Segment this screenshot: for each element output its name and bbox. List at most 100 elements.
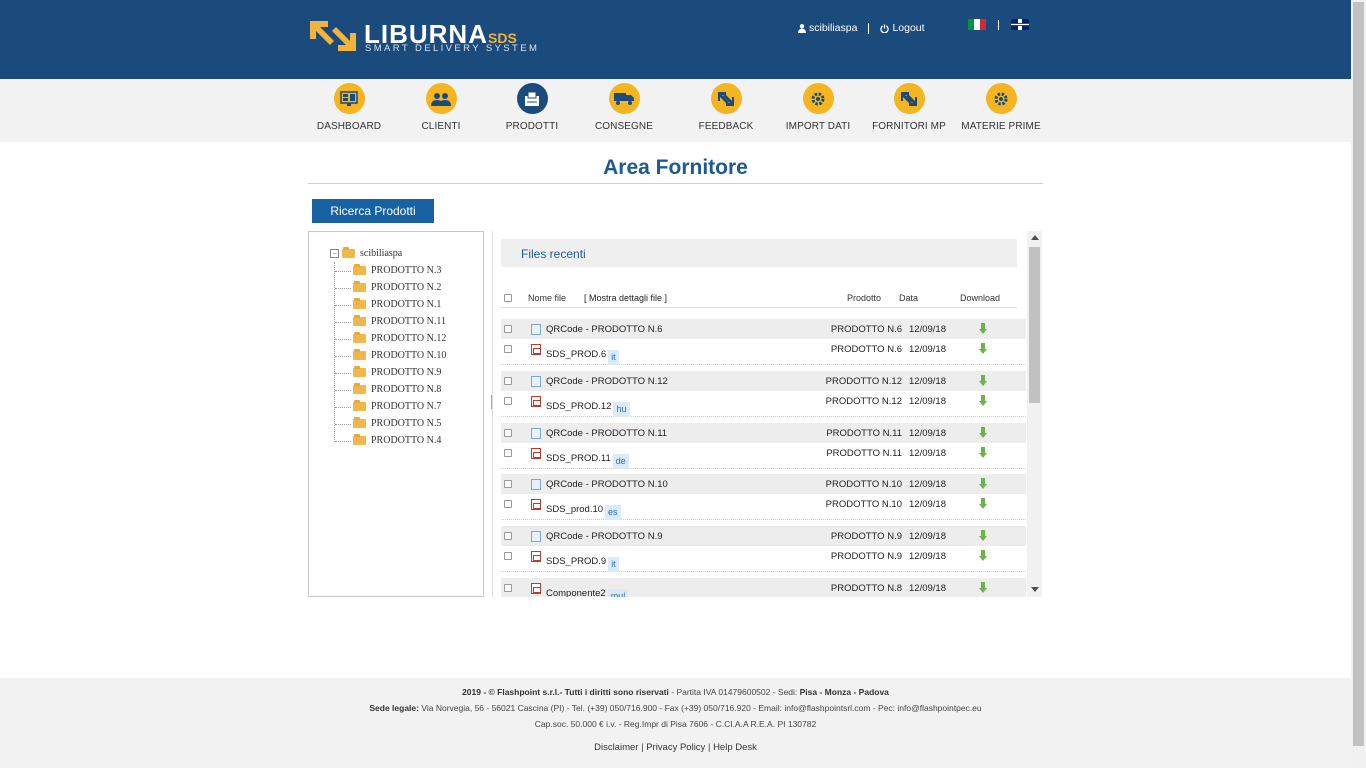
- recent-files-header: Files recenti: [501, 239, 1017, 267]
- row-checkbox[interactable]: [504, 500, 512, 508]
- file-name[interactable]: SDS_PROD.11 de: [546, 448, 629, 469]
- tree-item[interactable]: PRODOTTO N.1: [334, 298, 441, 310]
- folder-icon: [353, 400, 366, 411]
- file-name-text: QRCode - PRODOTTO N.10: [546, 479, 668, 490]
- tree-item[interactable]: PRODOTTO N.7: [334, 400, 442, 412]
- row-checkbox[interactable]: [504, 345, 512, 353]
- logout-link[interactable]: Logout: [880, 22, 925, 34]
- nav-consegne[interactable]: CONSEGNE: [578, 83, 670, 132]
- title-divider: [308, 183, 1043, 184]
- row-checkbox[interactable]: [504, 584, 512, 592]
- row-checkbox[interactable]: [504, 377, 512, 385]
- file-row: QRCode - PRODOTTO N.11 PRODOTTO N.11 12/09…: [501, 423, 1026, 443]
- download-icon[interactable]: [979, 343, 987, 355]
- language-tag: it: [608, 557, 619, 572]
- tree-item[interactable]: PRODOTTO N.11: [334, 315, 446, 327]
- file-name[interactable]: QRCode - PRODOTTO N.6: [546, 324, 663, 335]
- nav-materie-prime[interactable]: MATERIE PRIME: [955, 83, 1047, 132]
- row-checkbox[interactable]: [504, 397, 512, 405]
- tree-item[interactable]: PRODOTTO N.4: [334, 434, 441, 446]
- download-icon[interactable]: [979, 498, 987, 510]
- row-checkbox[interactable]: [504, 429, 512, 437]
- file-name[interactable]: SDS_PROD.12 hu: [546, 396, 630, 417]
- file-name[interactable]: SDS_prod.10 es: [546, 499, 621, 520]
- footer-registry: Cap.soc. 50.000 € i.v. - Reg.Impr di Pis…: [534, 719, 817, 729]
- file-product: PRODOTTO N.10: [825, 479, 902, 490]
- file-name[interactable]: QRCode - PRODOTTO N.11: [546, 428, 667, 439]
- download-icon[interactable]: [979, 375, 987, 387]
- row-checkbox[interactable]: [504, 480, 512, 488]
- pdf-file-icon: [531, 448, 541, 459]
- download-icon[interactable]: [979, 478, 987, 490]
- tree-item-label: PRODOTTO N.7: [371, 401, 442, 412]
- header-divider: [501, 307, 1017, 308]
- folder-icon: [353, 417, 366, 428]
- file-date: 12/09/18: [909, 499, 946, 510]
- row-checkbox[interactable]: [504, 532, 512, 540]
- file-product: PRODOTTO N.9: [830, 531, 902, 542]
- search-products-button[interactable]: Ricerca Prodotti: [312, 199, 434, 223]
- nav-feedback[interactable]: FEEDBACK: [680, 83, 772, 132]
- download-icon[interactable]: [979, 530, 987, 542]
- nav-fornitori-mp[interactable]: FORNITORI MP: [863, 83, 955, 132]
- file-row: SDS_PROD.6 it PRODOTTO N.6 12/09/18: [501, 339, 1026, 365]
- select-all-checkbox[interactable]: [504, 294, 512, 302]
- italian-flag-icon[interactable]: [968, 19, 986, 30]
- file-product: PRODOTTO N.9: [830, 551, 902, 562]
- file-name[interactable]: SDS_PROD.9 it: [546, 551, 619, 572]
- liburna-logo[interactable]: LIBURNASDS SMART DELIVERY SYSTEM: [308, 17, 537, 57]
- folder-icon: [353, 281, 366, 292]
- download-icon[interactable]: [979, 427, 987, 439]
- user-link[interactable]: scibiliaspa: [798, 22, 857, 34]
- tree-item[interactable]: PRODOTTO N.5: [334, 417, 441, 429]
- folder-icon: [353, 315, 366, 326]
- disclaimer-link[interactable]: Disclaimer: [594, 742, 638, 753]
- row-checkbox[interactable]: [504, 449, 512, 457]
- help-desk-link[interactable]: Help Desk: [713, 742, 757, 753]
- download-icon[interactable]: [979, 395, 987, 407]
- collapse-icon[interactable]: −: [330, 249, 339, 258]
- files-scrollbar[interactable]: [1027, 231, 1042, 597]
- file-name[interactable]: QRCode - PRODOTTO N.9: [546, 531, 663, 542]
- page-scroll-thumb[interactable]: [1353, 2, 1364, 746]
- nav-dashboard[interactable]: DASHBOARD: [303, 83, 395, 132]
- show-file-details-link[interactable]: [ Mostra dettagli file ]: [584, 293, 667, 303]
- scroll-up-icon[interactable]: [1031, 235, 1039, 240]
- file-name-text: QRCode - PRODOTTO N.6: [546, 324, 663, 335]
- folder-icon: [353, 366, 366, 377]
- pdf-file-icon: [531, 551, 541, 562]
- tree-item[interactable]: PRODOTTO N.2: [334, 281, 441, 293]
- folder-icon: [353, 434, 366, 445]
- row-checkbox[interactable]: [504, 552, 512, 560]
- tree-item[interactable]: PRODOTTO N.8: [334, 383, 441, 395]
- scroll-thumb[interactable]: [1029, 247, 1040, 403]
- download-icon[interactable]: [979, 447, 987, 459]
- download-icon[interactable]: [979, 582, 987, 594]
- file-name[interactable]: SDS_PROD.6 it: [546, 344, 619, 365]
- nav-import-dati[interactable]: IMPORT DATI: [772, 83, 864, 132]
- tree-item[interactable]: PRODOTTO N.9: [334, 366, 441, 378]
- privacy-policy-link[interactable]: Privacy Policy: [646, 742, 705, 753]
- language-switcher: [968, 19, 1029, 30]
- nav-prodotti[interactable]: PRODOTTI: [486, 83, 578, 132]
- scroll-down-icon[interactable]: [1031, 587, 1039, 592]
- uk-flag-icon[interactable]: [1011, 19, 1029, 30]
- download-icon[interactable]: [979, 323, 987, 335]
- tree-root[interactable]: − scibiliaspa: [330, 247, 402, 259]
- row-checkbox[interactable]: [504, 325, 512, 333]
- file-name[interactable]: QRCode - PRODOTTO N.10: [546, 479, 668, 490]
- tree-item[interactable]: PRODOTTO N.3: [334, 264, 441, 276]
- file-row: Componente2 mul PRODOTTO N.8 12/09/18: [501, 578, 1026, 597]
- download-icon[interactable]: [979, 550, 987, 562]
- tree-item[interactable]: PRODOTTO N.10: [334, 349, 446, 361]
- folder-icon: [353, 383, 366, 394]
- feedback-icon: [710, 83, 742, 114]
- nav-clienti[interactable]: CLIENTI: [395, 83, 487, 132]
- page-scrollbar[interactable]: [1351, 0, 1366, 768]
- file-name[interactable]: Componente2 mul: [546, 583, 629, 597]
- tree-item[interactable]: PRODOTTO N.12: [334, 332, 446, 344]
- file-name[interactable]: QRCode - PRODOTTO N.12: [546, 376, 668, 387]
- file-row: SDS_prod.10 es PRODOTTO N.10 12/09/18: [501, 494, 1026, 520]
- logout-label: Logout: [892, 22, 925, 34]
- user-box: scibiliaspa Logout: [798, 22, 925, 34]
